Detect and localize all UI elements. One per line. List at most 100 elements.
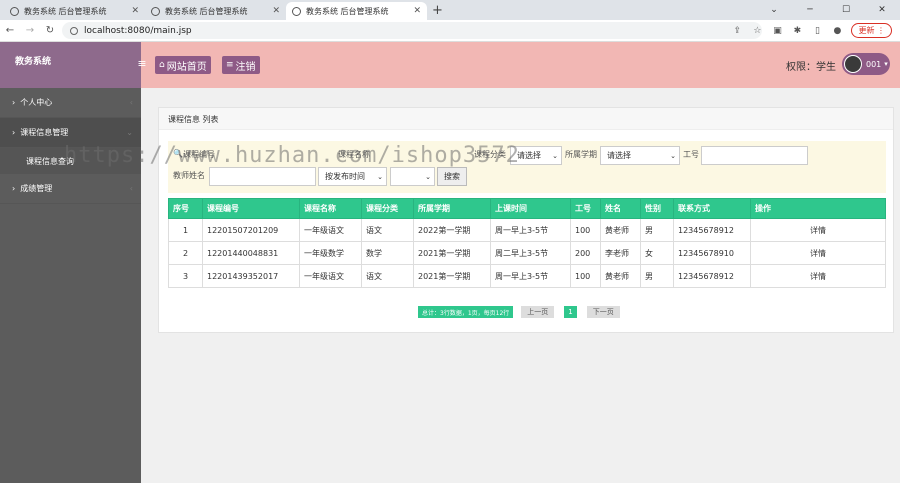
table-row: 3 12201439352017 一年级语文 语文 2021第一学期 周一早上3… (168, 264, 886, 288)
course-type-label: 课程分类 (474, 150, 506, 159)
sidebar-item-course[interactable]: › 课程信息管理 ⌄ (0, 118, 141, 148)
sidepanel-icon[interactable]: ▯ (807, 26, 827, 36)
job-no-input[interactable] (701, 146, 808, 165)
column-header: 课程分类 (361, 198, 414, 219)
column-header: 联系方式 (673, 198, 751, 219)
close-icon[interactable]: ✕ (413, 6, 421, 16)
table-cell: 100 (570, 218, 601, 242)
user-menu[interactable]: 001 ▾ (842, 53, 890, 75)
table-cell: 100 (570, 264, 601, 288)
info-icon[interactable] (70, 26, 78, 35)
reload-icon[interactable]: ↻ (40, 25, 60, 36)
job-no-label: 工号 (683, 150, 699, 159)
maximize-icon[interactable]: ☐ (828, 0, 864, 20)
table-cell: 男 (640, 218, 674, 242)
order-select[interactable]: ⌄ (390, 167, 435, 186)
plus-icon[interactable]: + (432, 3, 443, 18)
panel-title: 课程信息 列表 (159, 108, 893, 130)
back-icon[interactable]: ← (0, 25, 20, 36)
table-cell: 女 (640, 241, 674, 265)
profile-icon[interactable]: ● (827, 26, 847, 36)
close-icon[interactable]: ✕ (272, 6, 280, 16)
search-button[interactable]: 搜索 (437, 167, 467, 186)
table-cell: 一年级语文 (299, 218, 362, 242)
sidebar-item-label: 个人中心 (20, 98, 53, 107)
browser-tab[interactable]: 教务系统 后台管理系统 ✕ (145, 2, 286, 20)
star-icon[interactable]: ☆ (747, 26, 767, 36)
course-type-select[interactable]: 请选择 ⌄ (510, 146, 562, 165)
table-cell: 12345678912 (673, 264, 751, 288)
chevron-left-icon: ‹ (129, 184, 133, 193)
table-cell: 12201439352017 (202, 264, 300, 288)
current-page[interactable]: 1 (564, 306, 577, 318)
column-header: 序号 (168, 198, 203, 219)
list-icon: ≡ (226, 60, 234, 70)
table-cell: 数学 (361, 241, 414, 265)
table-cell: 周二早上3-5节 (490, 241, 571, 265)
table-cell: 3 (168, 264, 203, 288)
next-page-button[interactable]: 下一页 (586, 306, 620, 318)
table-cell: 语文 (361, 264, 414, 288)
globe-icon (151, 6, 160, 16)
chevron-down-icon: ⌄ (377, 172, 383, 181)
sidebar-item-grades[interactable]: › 成绩管理 ‹ (0, 174, 141, 204)
share-icon[interactable]: ⇪ (727, 26, 747, 36)
table-header-row: 序号 课程编号 课程名称 课程分类 所属学期 上课时间 工号 姓名 性别 联系方… (168, 198, 886, 219)
close-icon[interactable]: ✕ (131, 6, 139, 16)
logout-button[interactable]: ≡ 注销 (222, 56, 260, 74)
pagination-total: 总计：3行数据，1页，每页12行 (418, 306, 514, 318)
chevron-right-icon: › (12, 98, 16, 107)
table-cell: 12201507201209 (202, 218, 300, 242)
chevron-down-icon[interactable]: ⌄ (756, 0, 792, 20)
username: 001 (866, 59, 882, 69)
chevron-down-icon: ⌄ (552, 151, 558, 160)
window-controls: ⌄ ─ ☐ ✕ (756, 0, 900, 20)
search-icon: 🔍 (173, 149, 183, 158)
prev-page-button[interactable]: 上一页 (521, 306, 555, 318)
chevron-right-icon: › (12, 128, 16, 137)
pagination: 总计：3行数据，1页，每页12行 上一页 1 下一页 (418, 306, 624, 318)
minimize-icon[interactable]: ─ (792, 0, 828, 20)
table-cell: 2022第一学期 (413, 218, 491, 242)
app-icon[interactable]: ▣ (767, 26, 787, 36)
sidebar-item-personal[interactable]: › 个人中心 ‹ (0, 88, 141, 118)
semester-select[interactable]: 请选择 ⌄ (600, 146, 680, 165)
menu-icon[interactable]: ≡ (135, 57, 149, 71)
browser-tab-active[interactable]: 教务系统 后台管理系统 ✕ (286, 2, 427, 20)
course-type-value: 请选择 (517, 151, 541, 160)
browser-actions: ⇪ ☆ ▣ ✱ ▯ ● 更新 ⋮ (727, 23, 892, 38)
column-header: 姓名 (600, 198, 641, 219)
detail-link[interactable]: 详情 (750, 241, 886, 265)
url-text: localhost:8080/main.jsp (84, 25, 192, 36)
update-button[interactable]: 更新 ⋮ (851, 23, 892, 38)
browser-tab[interactable]: 教务系统 后台管理系统 ✕ (4, 2, 145, 20)
caret-down-icon: ▾ (884, 60, 888, 68)
course-name-label: 课程名称 (338, 150, 370, 159)
sidebar-subitem-label: 课程信息查询 (26, 156, 74, 166)
globe-icon (292, 6, 301, 16)
teacher-name-input[interactable] (209, 167, 316, 186)
sidebar-subitem-course-query[interactable]: 课程信息查询 (0, 148, 141, 174)
semester-value: 请选择 (607, 151, 631, 160)
sidebar-item-label: 课程信息管理 (20, 128, 69, 137)
sort-select[interactable]: 按发布时间 ⌄ (318, 167, 387, 186)
detail-link[interactable]: 详情 (750, 218, 886, 242)
close-window-icon[interactable]: ✕ (864, 0, 900, 20)
address-bar[interactable]: localhost:8080/main.jsp (62, 22, 762, 39)
table-cell: 黄老师 (600, 264, 641, 288)
table-cell: 李老师 (600, 241, 641, 265)
home-button[interactable]: ⌂ 网站首页 (155, 56, 211, 74)
table-row: 2 12201440048831 一年级数学 数学 2021第一学期 周二早上3… (168, 241, 886, 265)
chevron-down-icon: ⌄ (670, 151, 676, 160)
forward-icon[interactable]: → (20, 25, 40, 36)
avatar (844, 55, 862, 73)
browser-tabstrip: 教务系统 后台管理系统 ✕ 教务系统 后台管理系统 ✕ 教务系统 后台管理系统 … (0, 0, 900, 20)
detail-link[interactable]: 详情 (750, 264, 886, 288)
column-header: 课程名称 (299, 198, 362, 219)
main-panel: 课程信息 列表 🔍 课程编号 课程名称 课程分类 请选择 ⌄ 所属学期 请选择 … (158, 107, 894, 333)
column-header: 操作 (750, 198, 886, 219)
table-cell: 2 (168, 241, 203, 265)
tab-title: 教务系统 后台管理系统 (306, 6, 389, 16)
puzzle-icon[interactable]: ✱ (787, 26, 807, 36)
table-cell: 一年级语文 (299, 264, 362, 288)
